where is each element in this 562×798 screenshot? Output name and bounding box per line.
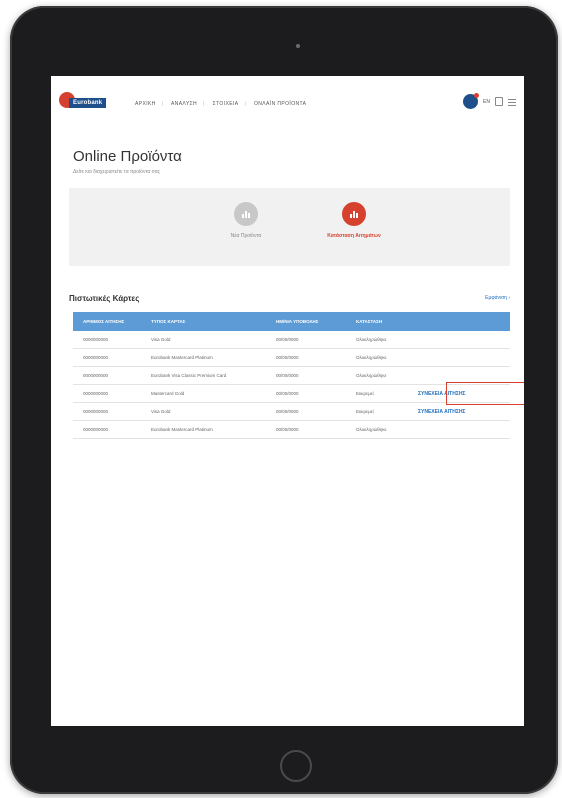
applications-table: ΑΡΙΘΜΟΣ ΑΙΤΗΣΗΣ ΤΥΠΟΣ ΚΑΡΤΑΣ ΗΜ/ΝΙΑ ΥΠΟΒ… — [73, 312, 524, 439]
page-subtitle: Δείτε και διαχειριστείτε τα προϊόντα σας — [73, 169, 161, 175]
table-row: 0000000000 Eurobank Mastercard Platinum … — [73, 349, 510, 367]
table-row: 0000000000 Eurobank Visa Classic Premium… — [73, 367, 510, 385]
col-header-application-number: ΑΡΙΘΜΟΣ ΑΙΤΗΣΗΣ — [83, 319, 125, 324]
cell-card-type: Visa Gold — [151, 409, 171, 414]
app-screen: Eurobank ΑΡΧΙΚΗ | ΑΝΑΛΥΣΗ | ΣΤΟΙΧΕΙΑ | ΟΝΛΑ… — [51, 76, 524, 726]
cell-application-number: 0000000000 — [83, 427, 109, 432]
cell-application-number: 0000000000 — [83, 355, 109, 360]
camera-icon — [296, 44, 300, 48]
page-title: Online Προϊόντα — [73, 148, 182, 165]
cell-card-type: Mastercard Gold — [151, 391, 185, 396]
cell-status: Εκκρεμεί — [356, 391, 374, 396]
cell-date: 00/00/0000 — [276, 391, 299, 396]
nav-separator: | — [161, 101, 164, 107]
cell-application-number: 0000000000 — [83, 373, 109, 378]
continue-application-link[interactable]: ΣΥΝΕΧΕΙΑ ΑΙΤΗΣΗΣ — [418, 409, 510, 415]
table-row: 0000000000 Mastercard Gold 00/00/0000 Εκ… — [73, 382, 524, 405]
cell-status: Ολοκληρώθηκε — [356, 337, 387, 342]
product-options-panel: Νέα Προϊόντα Κατάσταση Αιτημάτων — [69, 188, 510, 266]
main-nav: ΑΡΧΙΚΗ | ΑΝΑΛΥΣΗ | ΣΤΟΙΧΕΙΑ | ΟΝΛΑΪΝ ΠΡΟΪΟΝ… — [135, 101, 312, 107]
table-row: 0000000000 Visa Gold 00/00/0000 Εκκρεμεί… — [73, 403, 510, 421]
logo-text: Eurobank — [69, 98, 107, 108]
cell-card-type: Eurobank Mastercard Platinum — [151, 427, 213, 432]
col-header-submission-date: ΗΜ/ΝΙΑ ΥΠΟΒΟΛΗΣ — [276, 319, 319, 324]
menu-icon[interactable] — [508, 98, 516, 106]
request-status-icon — [342, 202, 366, 226]
cell-status: Ολοκληρώθηκε — [356, 373, 387, 378]
cell-date: 00/00/0000 — [276, 373, 299, 378]
cell-date: 00/00/0000 — [276, 355, 299, 360]
request-status-label: Κατάσταση Αιτημάτων — [327, 233, 381, 239]
cell-card-type: Eurobank Visa Classic Premium Card — [151, 373, 227, 378]
new-products-option[interactable]: Νέα Προϊόντα — [201, 202, 291, 239]
cell-card-type: Visa Gold — [151, 337, 171, 342]
nav-item-analysis[interactable]: ΑΝΑΛΥΣΗ — [171, 101, 197, 107]
highlight-box — [446, 382, 524, 405]
nav-item-home[interactable]: ΑΡΧΙΚΗ — [135, 101, 156, 107]
nav-item-details[interactable]: ΣΤΟΙΧΕΙΑ — [213, 101, 239, 107]
cell-date: 00/00/0000 — [276, 409, 299, 414]
request-status-option[interactable]: Κατάσταση Αιτημάτων — [309, 202, 399, 239]
home-button[interactable] — [280, 750, 312, 782]
nav-separator: | — [203, 101, 205, 107]
cell-date: 00/00/0000 — [276, 337, 299, 342]
new-products-label: Νέα Προϊόντα — [230, 233, 262, 239]
show-all-link[interactable]: Εμφάνιση › — [485, 295, 510, 301]
col-header-card-type: ΤΥΠΟΣ ΚΑΡΤΑΣ — [151, 319, 186, 324]
show-all-link-label: Εμφάνιση — [485, 295, 507, 301]
cell-application-number: 0000000000 — [83, 409, 109, 414]
cell-application-number: 0000000000 — [83, 337, 109, 342]
table-row: 0000000000 Visa Gold 00/00/0000 Ολοκληρώ… — [73, 331, 510, 349]
new-products-icon — [234, 202, 258, 226]
cell-date: 00/00/0000 — [276, 427, 299, 432]
chevron-right-icon: › — [508, 295, 510, 301]
col-header-status: ΚΑΤΑΣΤΑΣΗ — [356, 319, 383, 324]
language-toggle[interactable]: EN — [483, 99, 490, 105]
nav-separator: | — [244, 101, 247, 107]
logout-icon[interactable] — [495, 97, 503, 106]
cell-status: Ολοκληρώθηκε — [356, 427, 387, 432]
header: Eurobank ΑΡΧΙΚΗ | ΑΝΑΛΥΣΗ | ΣΤΟΙΧΕΙΑ | ΟΝΛΑ… — [51, 76, 524, 134]
section-title: Πιστωτικές Κάρτες — [69, 294, 140, 303]
cell-status: Ολοκληρώθηκε — [356, 355, 387, 360]
cell-application-number: 0000000000 — [83, 391, 109, 396]
avatar[interactable] — [463, 93, 480, 109]
cell-status: Εκκρεμεί — [356, 409, 374, 414]
table-header: ΑΡΙΘΜΟΣ ΑΙΤΗΣΗΣ ΤΥΠΟΣ ΚΑΡΤΑΣ ΗΜ/ΝΙΑ ΥΠΟΒ… — [73, 312, 510, 331]
nav-item-online-products[interactable]: ΟΝΛΑΪΝ ΠΡΟΪΟΝΤΑ — [254, 101, 306, 107]
header-actions: EN — [463, 93, 516, 109]
table-row: 0000000000 Eurobank Mastercard Platinum … — [73, 421, 510, 439]
cell-card-type: Eurobank Mastercard Platinum — [151, 355, 213, 360]
notification-badge — [474, 93, 480, 98]
